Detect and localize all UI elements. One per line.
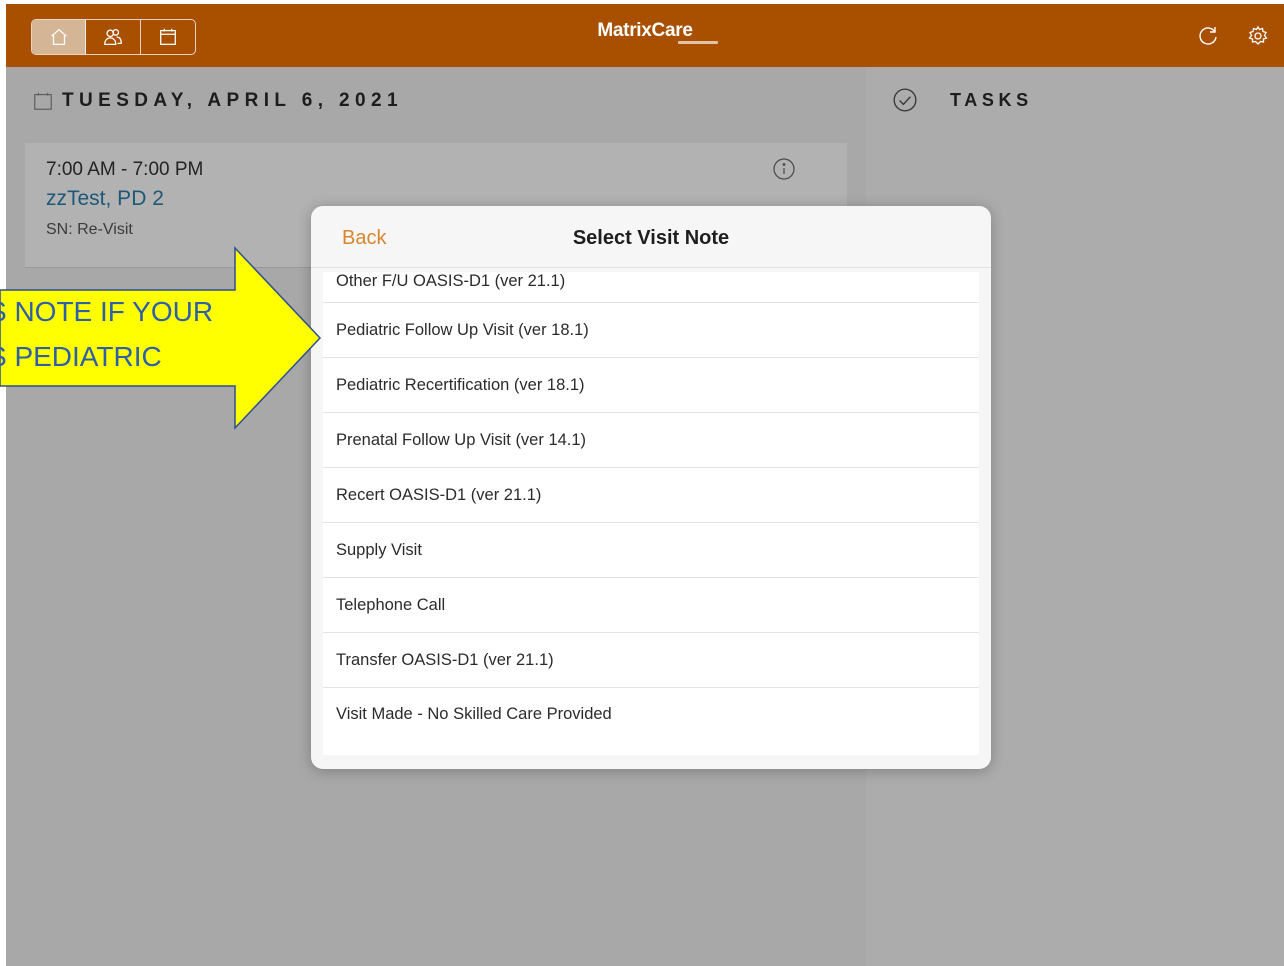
list-item-supply-visit[interactable]: Supply Visit [323, 523, 979, 578]
list-item-recert-oasis[interactable]: Recert OASIS-D1 (ver 21.1) [323, 468, 979, 523]
brand-tagline-mark [678, 41, 718, 44]
gear-icon[interactable] [1246, 24, 1270, 48]
list-item-telephone-call[interactable]: Telephone Call [323, 578, 979, 633]
modal-title: Select Visit Note [572, 227, 730, 249]
app-window: MatrixCare TUESDAY, APRIL 6, 2021 7:00 A… [6, 4, 1284, 966]
annotation-text-line-2: S PEDIATRIC [0, 341, 162, 372]
visit-note-list[interactable]: Other F/U OASIS-D1 (ver 21.1) Pediatric … [323, 272, 979, 755]
list-item-transfer-oasis[interactable]: Transfer OASIS-D1 (ver 21.1) [323, 633, 979, 688]
select-visit-note-modal: Back Select Visit Note Other F/U OASIS-D… [311, 206, 991, 769]
annotation-arrow [0, 246, 322, 430]
brand-logo: MatrixCare [597, 20, 693, 41]
annotation-text-line-1: S NOTE IF YOUR [0, 296, 214, 327]
modal-header: Back Select Visit Note [311, 206, 991, 268]
list-item-visit-made-no-skilled-care[interactable]: Visit Made - No Skilled Care Provided [323, 688, 979, 741]
list-item-pediatric-recertification[interactable]: Pediatric Recertification (ver 18.1) [323, 358, 979, 413]
list-item-prenatal-follow-up[interactable]: Prenatal Follow Up Visit (ver 14.1) [323, 413, 979, 468]
refresh-icon[interactable] [1196, 24, 1220, 48]
list-item-other-fu-oasis[interactable]: Other F/U OASIS-D1 (ver 21.1) [323, 272, 979, 303]
list-item-pediatric-follow-up[interactable]: Pediatric Follow Up Visit (ver 18.1) [323, 303, 979, 358]
top-bar: MatrixCare [6, 4, 1284, 67]
